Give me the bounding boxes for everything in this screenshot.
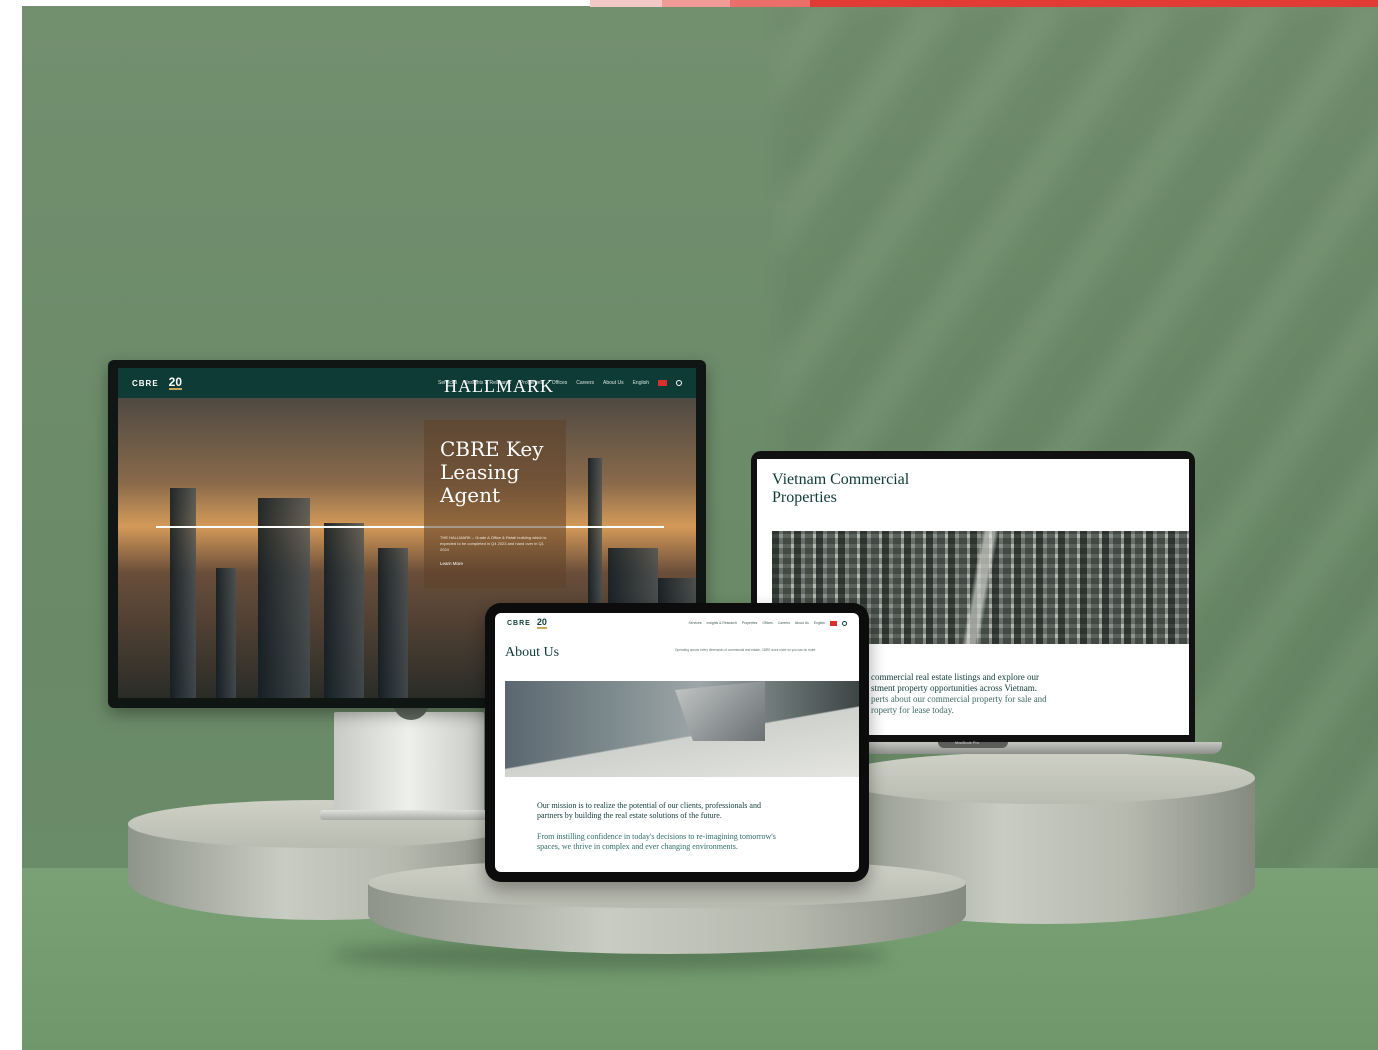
mission-subtext: From instilling confidence in today's de… [537,832,776,851]
language-select[interactable]: English [814,621,825,625]
monitor-top-nav: CBRE 20 Services Insights & Research Pro… [118,368,696,398]
mission-statement: Our mission is to realize the potential … [537,801,761,820]
hero-card: CBRE Key Leasing Agent THE HALLMARK – Gr… [424,420,566,588]
search-icon[interactable] [842,620,847,626]
top-accent-segment-1 [590,0,662,7]
nav-item-insights[interactable]: Insights & Research [707,621,737,625]
vietnam-flag-icon[interactable] [658,380,667,386]
laptop-page-title: Vietnam Commercial Properties [772,471,910,506]
anniversary-logo: 20 [536,616,547,629]
top-accent-segment-3 [730,0,810,7]
tablet-nav-links: Services Insights & Research Properties … [689,620,847,626]
hero-description: THE HALLMARK – Grade A Office & Retail b… [440,535,547,552]
nav-item-properties[interactable]: Properties [742,621,757,625]
language-select[interactable]: English [633,380,649,386]
tablet: CBRE 20 Services Insights & Research Pro… [485,603,869,882]
nav-item-services[interactable]: Services [689,621,702,625]
nav-item-about-us[interactable]: About Us [603,380,624,386]
hero-title: CBRE Key Leasing Agent [440,437,544,507]
vietnam-flag-icon[interactable] [830,620,837,626]
nav-item-offices[interactable]: Offices [762,621,773,625]
hallmark-logo: HALLMARK [444,376,554,396]
nav-item-offices[interactable]: Offices [552,380,567,386]
nav-item-careers[interactable]: Careers [778,621,790,625]
cbre-logo[interactable]: CBRE [507,620,531,627]
laptop-body-line-1: commercial real estate listings and expl… [871,672,1039,682]
search-icon[interactable] [676,380,682,386]
laptop-body-text: commercial real estate listings and expl… [871,672,1101,716]
cbre-logo[interactable]: CBRE [132,379,159,388]
top-accent-segment-4 [810,0,1378,7]
top-accent-segment-2 [662,0,730,7]
monitor-stand [334,712,484,816]
tablet-top-nav: CBRE 20 Services Insights & Research Pro… [495,613,859,633]
laptop-body-line-2: stment property opportunities across Vie… [871,683,1038,693]
hero-divider-line [156,526,664,528]
monitor-stand-base [320,810,500,820]
laptop-sub-line-1: perts about our commercial property for … [871,694,1047,704]
nav-item-careers[interactable]: Careers [576,380,594,386]
learn-more-link[interactable]: Learn More [440,561,550,566]
tablet-page-title: About Us [505,645,560,660]
nav-item-about-us[interactable]: About Us [795,621,809,625]
tablet-screen: CBRE 20 Services Insights & Research Pro… [495,613,859,872]
anniversary-logo: 20 [168,375,183,390]
laptop-model-label: MacBook Pro [955,740,980,745]
laptop-sub-line-2: roperty for lease today. [871,705,954,715]
tablet-intro-blurb: Operating across every dimension of comm… [675,648,817,652]
